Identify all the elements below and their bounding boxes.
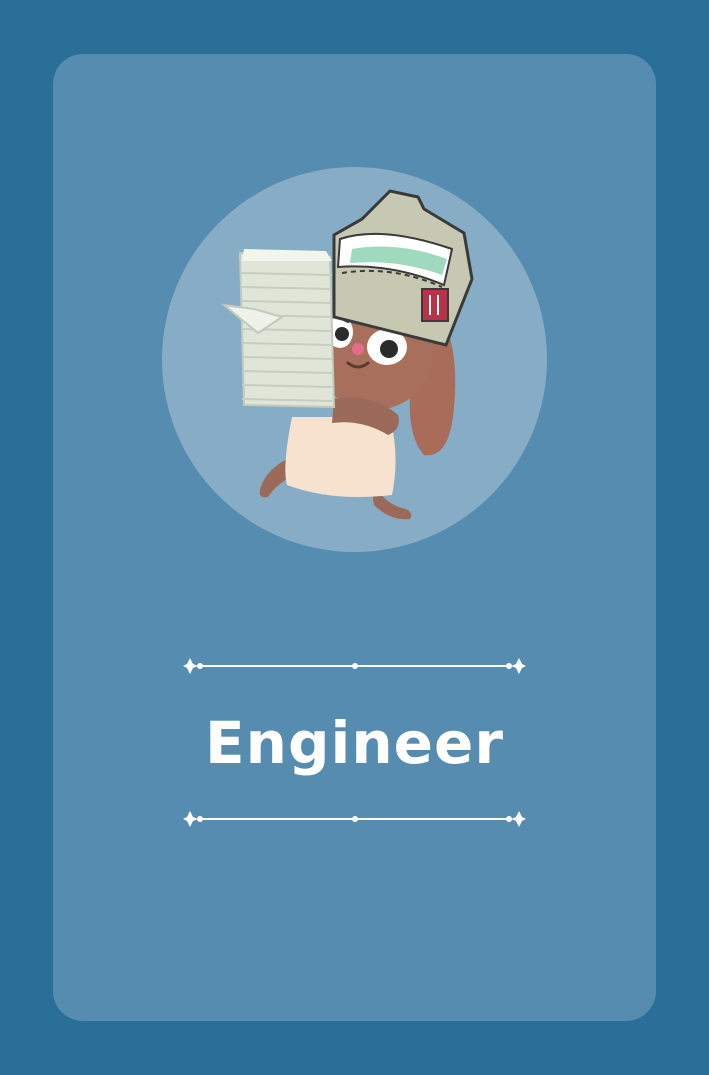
bunny-carrying-papers-icon	[220, 189, 474, 520]
role-title: Engineer	[205, 709, 504, 777]
page: { "card": { "title": "Engineer", "illust…	[0, 0, 709, 1075]
ornament-divider-top	[183, 658, 526, 674]
ornament-divider-bottom	[183, 811, 526, 827]
avatar-circle	[162, 167, 547, 552]
